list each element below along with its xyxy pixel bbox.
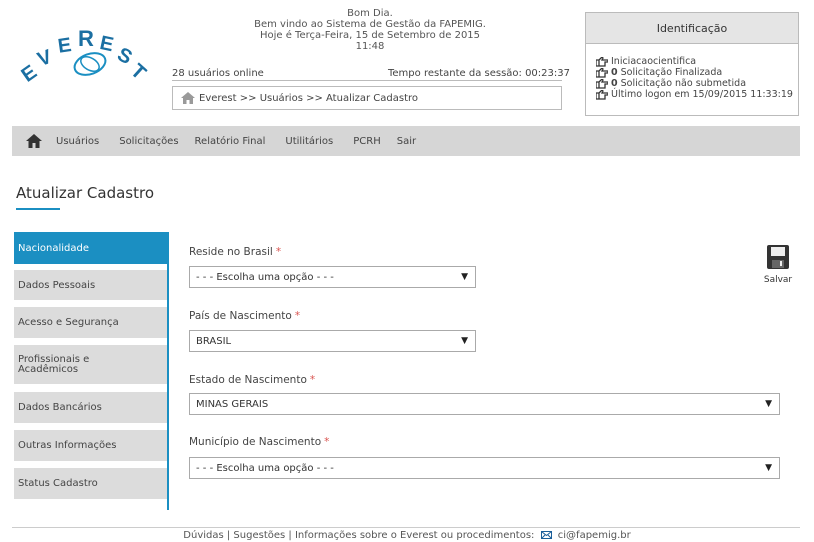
id-last-logon: Último logon em 15/09/2015 11:33:19 — [586, 89, 798, 100]
sidebar-divider — [167, 232, 169, 510]
municipio-label: Município de Nascimento * — [189, 436, 329, 448]
menu-solicitacoes[interactable]: Solicitações — [119, 136, 178, 147]
sidebar-item-label: Dados Pessoais — [18, 279, 96, 291]
breadcrumb-path: >> Usuários >> Atualizar Cadastro — [236, 92, 419, 104]
required-mark: * — [275, 246, 282, 258]
pointing-hand-icon — [596, 67, 608, 78]
users-online: 28 usuários online — [172, 68, 264, 79]
estado-label: Estado de Nascimento * — [189, 374, 315, 386]
svg-text:E: E — [98, 32, 116, 56]
reside-select-value: - - - Escolha uma opção - - - — [196, 271, 334, 283]
floppy-disk-icon — [767, 245, 789, 269]
sidebar-item-acesso-seguranca[interactable]: Acesso e Segurança — [14, 307, 167, 338]
welcome-system: Bem vindo ao Sistema de Gestão da FAPEMI… — [254, 19, 486, 30]
home-icon[interactable] — [26, 134, 42, 148]
menu-sair[interactable]: Sair — [397, 136, 416, 147]
menu-relatorio-final[interactable]: Relatório Final — [195, 136, 266, 147]
dropdown-arrow-icon: ▼ — [765, 399, 772, 409]
menu-pcrh[interactable]: PCRH — [353, 136, 380, 147]
menu-usuarios[interactable]: Usuários — [56, 136, 99, 147]
id-unsubmitted: 0 Solicitação não submetida — [586, 78, 798, 89]
finalized-count: 0 — [611, 67, 618, 78]
svg-text:S: S — [114, 43, 136, 69]
breadcrumb: Everest >> Usuários >> Atualizar Cadastr… — [172, 86, 562, 110]
pais-select-value: BRASIL — [196, 335, 232, 347]
save-button[interactable]: Salvar — [760, 244, 796, 285]
identification-title: Identificação — [586, 13, 798, 44]
estado-select[interactable]: MINAS GERAIS ▼ — [189, 393, 780, 415]
svg-text:T: T — [126, 60, 150, 85]
required-mark: * — [309, 374, 316, 386]
sidebar-item-label: Nacionalidade — [18, 242, 90, 254]
header-divider — [172, 80, 562, 81]
pointing-hand-icon — [596, 89, 608, 100]
svg-text:E: E — [18, 61, 41, 87]
dropdown-arrow-icon: ▼ — [765, 463, 772, 473]
pais-label-text: País de Nascimento — [189, 310, 292, 322]
footer: Dúvidas | Sugestões | Informações sobre … — [0, 530, 814, 541]
reside-label-text: Reside no Brasil — [189, 246, 273, 258]
main-menu: Usuários Solicitações Relatório Final Ut… — [12, 126, 800, 156]
envelope-icon — [540, 531, 552, 539]
footer-text: Dúvidas | Sugestões | Informações sobre … — [183, 530, 535, 541]
municipio-select[interactable]: - - - Escolha uma opção - - - ▼ — [189, 457, 780, 479]
footer-email-link[interactable]: ci@fapemig.br — [558, 530, 631, 541]
sidebar-item-label: Dados Bancários — [18, 402, 102, 413]
everest-logo[interactable]: E V E R E S T — [18, 20, 158, 90]
svg-text:V: V — [35, 46, 56, 71]
reside-select[interactable]: - - - Escolha uma opção - - - ▼ — [189, 266, 476, 288]
pointing-hand-icon — [596, 78, 608, 89]
sidebar-item-label: Outras Informações — [18, 440, 117, 451]
unsubmitted-count: 0 — [611, 78, 618, 89]
session-timer: Tempo restante da sessão: 00:23:37 — [388, 68, 570, 79]
dropdown-arrow-icon: ▼ — [461, 336, 468, 346]
id-username: Iniciacaocientifica — [586, 56, 798, 67]
sidebar-item-dados-bancarios[interactable]: Dados Bancários — [14, 392, 167, 423]
pointing-hand-icon — [596, 56, 608, 67]
sidebar-item-dados-pessoais[interactable]: Dados Pessoais — [14, 270, 167, 300]
sidebar-item-outras-informacoes[interactable]: Outras Informações — [14, 430, 167, 461]
sidebar-item-label: Status Cadastro — [18, 478, 98, 489]
save-label: Salvar — [763, 275, 793, 285]
sidebar-item-status-cadastro[interactable]: Status Cadastro — [14, 468, 167, 499]
svg-text:E: E — [57, 34, 73, 58]
finalized-label: Solicitação Finalizada — [620, 67, 723, 78]
identification-panel: Identificação Iniciacaocientifica 0 Soli… — [585, 12, 799, 116]
home-icon[interactable] — [181, 92, 195, 104]
greeting: Bom Dia. — [347, 8, 393, 19]
breadcrumb-root[interactable]: Everest — [199, 93, 237, 104]
id-finalized: 0 Solicitação Finalizada — [586, 67, 798, 78]
sidebar-item-profissionais-academicos[interactable]: Profissionais e Acadêmicos — [14, 345, 167, 384]
last-logon: Último logon em 15/09/2015 11:33:19 — [611, 89, 793, 100]
footer-divider — [12, 527, 800, 528]
unsubmitted-label: Solicitação não submetida — [620, 78, 747, 89]
svg-text:R: R — [78, 26, 94, 51]
municipio-select-value: - - - Escolha uma opção - - - — [196, 462, 334, 474]
dropdown-arrow-icon: ▼ — [461, 272, 468, 282]
estado-label-text: Estado de Nascimento — [189, 374, 307, 386]
current-date: Hoje é Terça-Feira, 15 de Setembro de 20… — [259, 30, 481, 41]
pais-select[interactable]: BRASIL ▼ — [189, 330, 476, 352]
municipio-label-text: Município de Nascimento — [189, 436, 322, 448]
username: Iniciacaocientifica — [611, 56, 697, 67]
sidebar-item-label: Acesso e Segurança — [18, 317, 119, 328]
reside-label: Reside no Brasil * — [189, 246, 281, 258]
current-time: 11:48 — [355, 41, 385, 52]
required-mark: * — [294, 310, 301, 322]
page-title: Atualizar Cadastro — [16, 184, 155, 202]
menu-utilitarios[interactable]: Utilitários — [285, 136, 333, 147]
estado-select-value: MINAS GERAIS — [196, 398, 269, 410]
sidebar-item-label: Profissionais e Acadêmicos — [18, 353, 90, 375]
pais-label: País de Nascimento * — [189, 310, 300, 322]
required-mark: * — [324, 436, 330, 448]
sidebar-item-nacionalidade[interactable]: Nacionalidade — [14, 232, 167, 264]
title-underline — [16, 208, 60, 210]
welcome-message: Bom Dia. Bem vindo ao Sistema de Gestão … — [240, 8, 500, 52]
